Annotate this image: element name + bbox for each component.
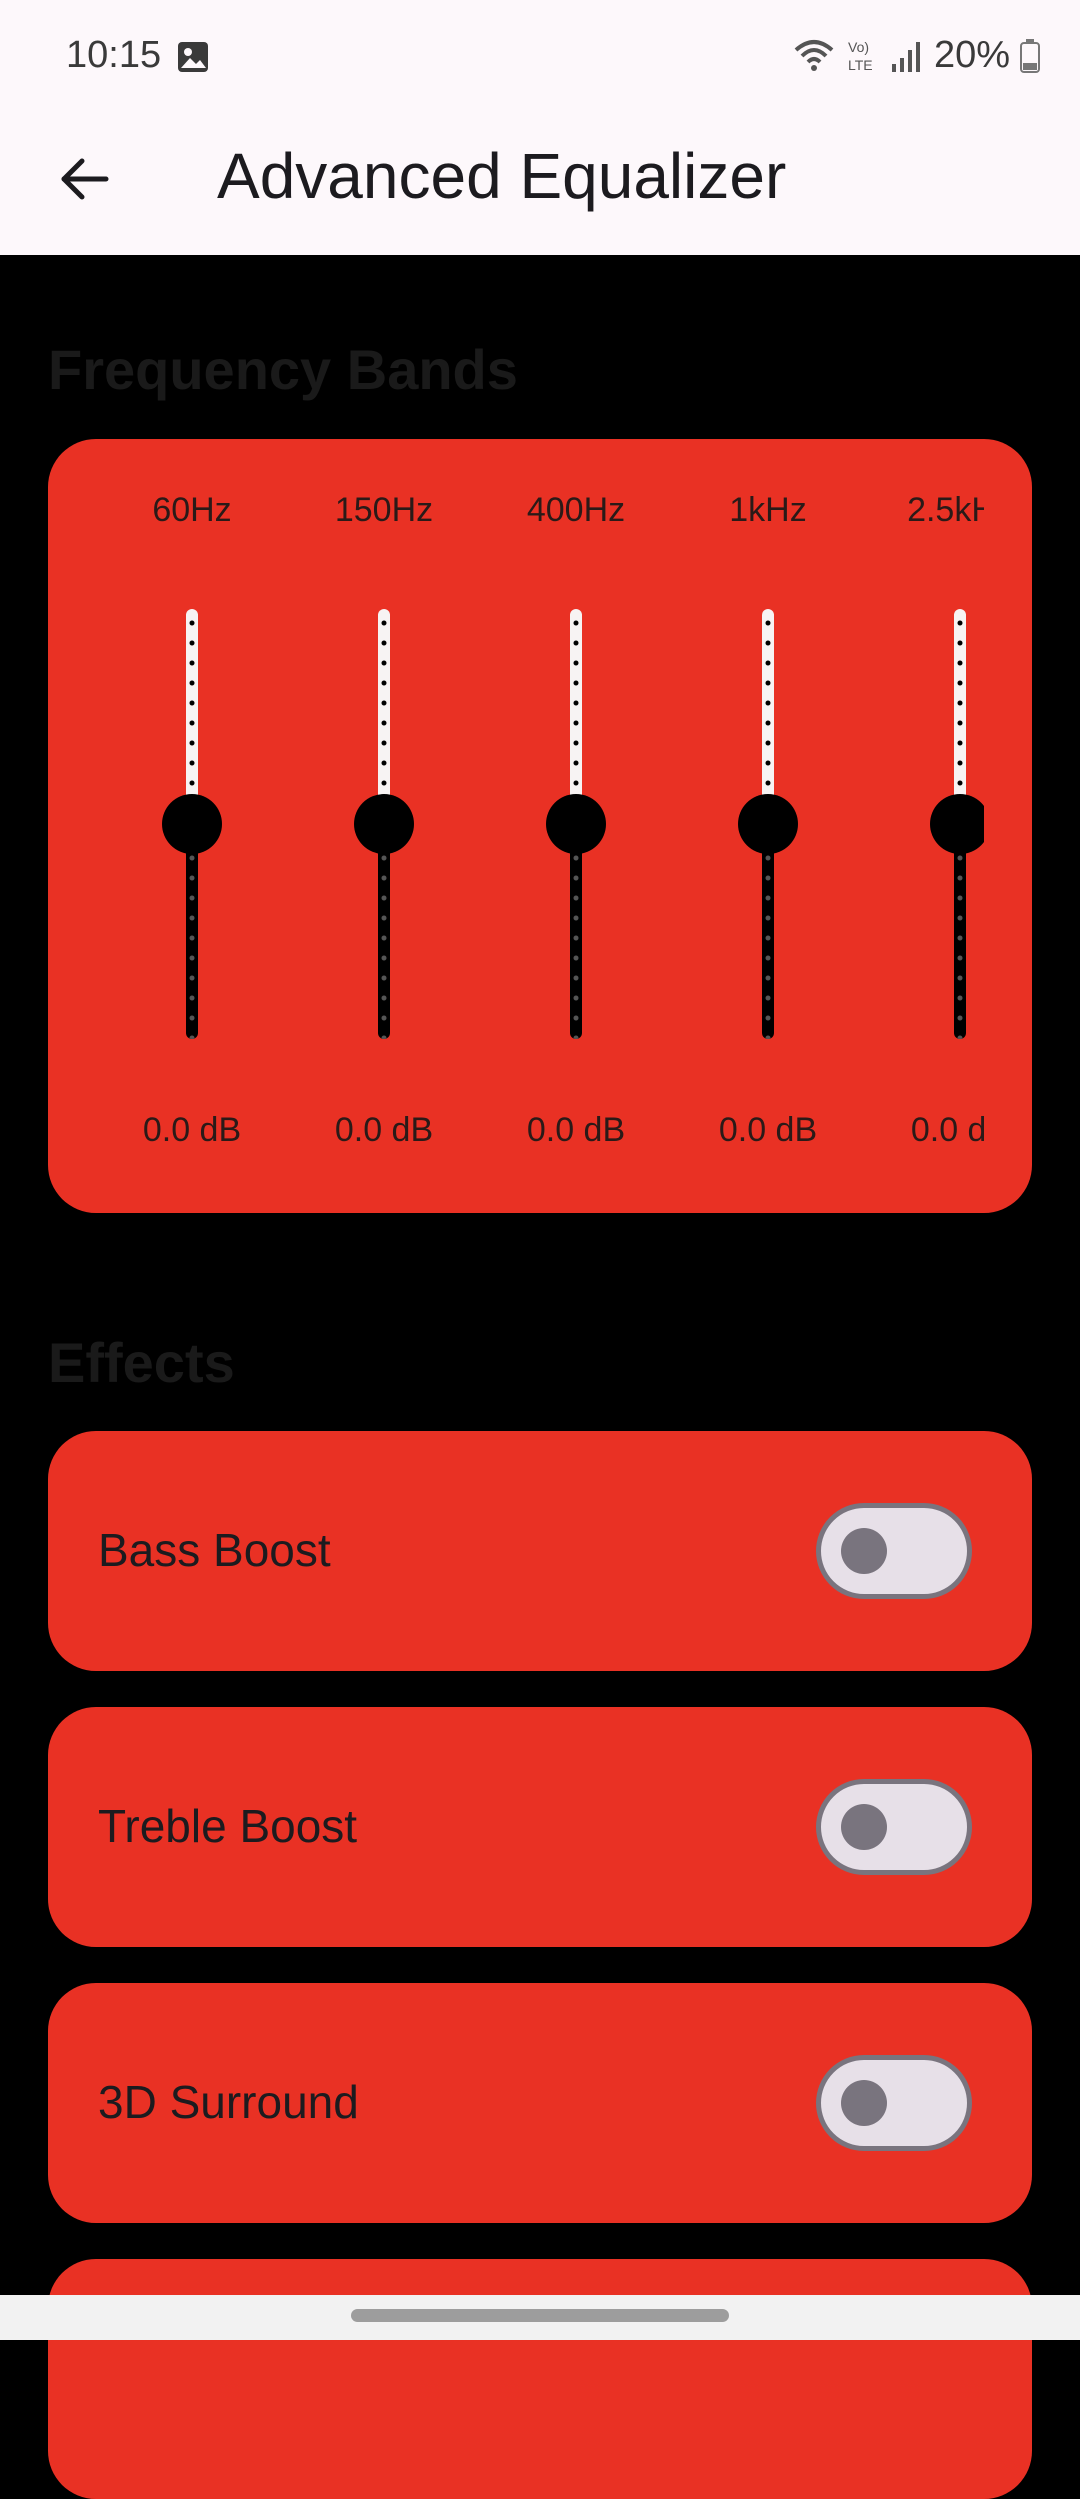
track-upper bbox=[570, 609, 582, 824]
bass-boost-toggle[interactable] bbox=[816, 1503, 972, 1599]
status-time: 10:15 bbox=[66, 34, 161, 77]
effect-bass-boost[interactable]: Bass Boost bbox=[48, 1431, 1032, 1671]
section-title-effects: Effects bbox=[48, 1330, 235, 1395]
band-label: 1kHz bbox=[693, 491, 843, 530]
band-slider-thumb[interactable] bbox=[738, 794, 798, 854]
svg-text:LTE: LTE bbox=[848, 57, 873, 73]
band-label: 400Hz bbox=[501, 491, 651, 530]
band-slider-thumb[interactable] bbox=[546, 794, 606, 854]
track-lower bbox=[378, 824, 390, 1039]
band-150hz: 150Hz 0.0 dB bbox=[309, 439, 459, 1213]
track-upper bbox=[186, 609, 198, 824]
status-bar: 10:15 Vo) LTE 20% bbox=[0, 0, 1080, 115]
system-nav-bar bbox=[0, 2295, 1080, 2340]
app-bar: Advanced Equalizer bbox=[0, 115, 1080, 255]
volte-icon: Vo) LTE bbox=[846, 38, 880, 74]
arrow-left-icon bbox=[56, 151, 112, 212]
battery-icon bbox=[1020, 39, 1040, 73]
toggle-knob bbox=[841, 1804, 887, 1850]
signal-icon bbox=[890, 38, 924, 74]
svg-text:Vo): Vo) bbox=[848, 39, 869, 55]
gallery-icon bbox=[176, 40, 210, 74]
track-upper bbox=[954, 609, 966, 824]
toggle-knob bbox=[841, 1528, 887, 1574]
effect-label: 3D Surround bbox=[98, 2075, 359, 2129]
bands-scroll[interactable]: 60Hz 0.0 dB 150Hz 0.0 dB 400Hz bbox=[48, 439, 984, 1213]
band-value: 0.0 dB bbox=[885, 1111, 984, 1150]
track-lower bbox=[186, 824, 198, 1039]
track-upper bbox=[762, 609, 774, 824]
band-value: 0.0 dB bbox=[117, 1111, 267, 1150]
band-value: 0.0 dB bbox=[693, 1111, 843, 1150]
treble-boost-toggle[interactable] bbox=[816, 1779, 972, 1875]
band-2-5khz: 2.5kHz 0.0 dB bbox=[885, 439, 984, 1213]
band-slider-thumb[interactable] bbox=[162, 794, 222, 854]
band-value: 0.0 dB bbox=[501, 1111, 651, 1150]
band-label: 60Hz bbox=[117, 491, 267, 530]
section-title-frequency-bands: Frequency Bands bbox=[48, 337, 518, 402]
3d-surround-toggle[interactable] bbox=[816, 2055, 972, 2151]
band-slider-thumb[interactable] bbox=[930, 794, 984, 854]
wifi-icon bbox=[792, 38, 836, 74]
effect-treble-boost[interactable]: Treble Boost bbox=[48, 1707, 1032, 1947]
equalizer-content[interactable]: Frequency Bands 60Hz 0.0 dB 150Hz 0.0 dB bbox=[0, 255, 1080, 2295]
effect-3d-surround[interactable]: 3D Surround bbox=[48, 1983, 1032, 2223]
page-title: Advanced Equalizer bbox=[217, 135, 786, 218]
home-handle[interactable] bbox=[351, 2309, 729, 2322]
band-label: 150Hz bbox=[309, 491, 459, 530]
track-lower bbox=[762, 824, 774, 1039]
band-slider-thumb[interactable] bbox=[354, 794, 414, 854]
effect-label: Treble Boost bbox=[98, 1799, 357, 1853]
toggle-knob bbox=[841, 2080, 887, 2126]
track-lower bbox=[954, 824, 966, 1039]
battery-percent: 20% bbox=[934, 34, 1010, 77]
track-lower bbox=[570, 824, 582, 1039]
band-400hz: 400Hz 0.0 dB bbox=[501, 439, 651, 1213]
band-label: 2.5kHz bbox=[885, 491, 984, 530]
track-upper bbox=[378, 609, 390, 824]
frequency-bands-card: 60Hz 0.0 dB 150Hz 0.0 dB 400Hz bbox=[48, 439, 1032, 1213]
back-button[interactable] bbox=[44, 141, 124, 221]
band-value: 0.0 dB bbox=[309, 1111, 459, 1150]
band-1khz: 1kHz 0.0 dB bbox=[693, 439, 843, 1213]
band-60hz: 60Hz 0.0 dB bbox=[117, 439, 267, 1213]
effect-label: Bass Boost bbox=[98, 1523, 331, 1577]
